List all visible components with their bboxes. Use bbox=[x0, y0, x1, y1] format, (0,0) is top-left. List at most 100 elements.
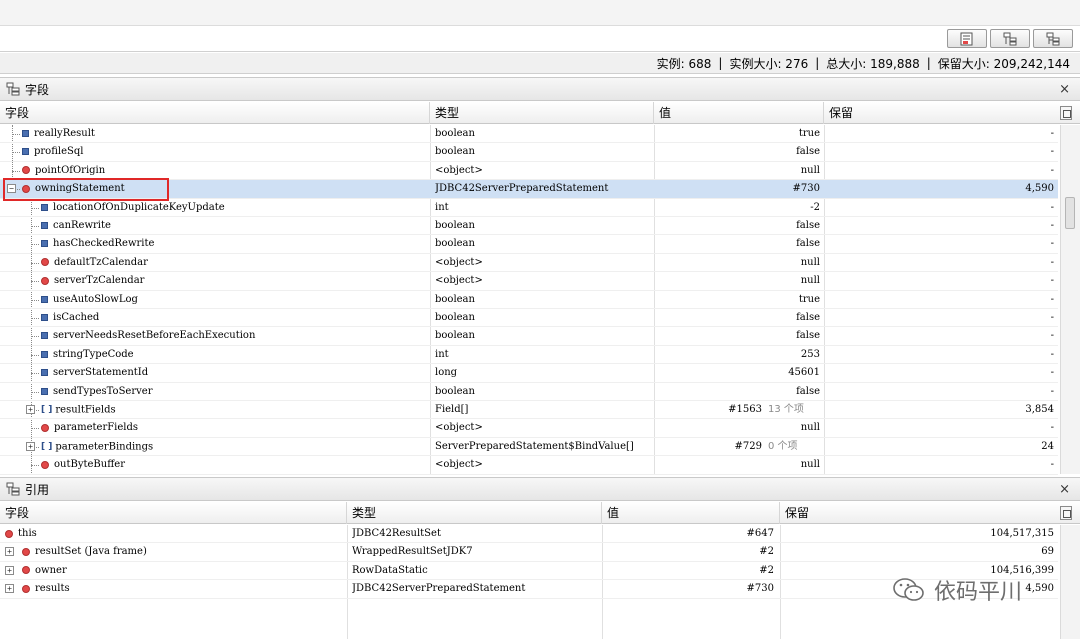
field-name-cell: locationOfOnDuplicateKeyUpdate bbox=[41, 199, 430, 217]
tree-connector bbox=[31, 354, 39, 356]
field-name: stringTypeCode bbox=[53, 348, 134, 360]
field-row[interactable]: outByteBuffer <object> null - bbox=[0, 456, 1058, 475]
field-value-cell: false bbox=[656, 383, 820, 401]
fields-panel-header: 字段 × bbox=[0, 77, 1080, 101]
field-retained: - bbox=[1050, 422, 1054, 434]
field-retained: - bbox=[1050, 201, 1054, 213]
array-icon: [ ] bbox=[41, 441, 53, 452]
field-type: <object> bbox=[435, 459, 483, 471]
ref-column-value[interactable]: 值 bbox=[602, 502, 780, 524]
toolbar-button-3[interactable] bbox=[1033, 29, 1073, 48]
expand-toggle[interactable]: + bbox=[5, 547, 14, 557]
field-value-cell: false bbox=[656, 217, 820, 235]
field-type: boolean bbox=[435, 330, 475, 342]
toolbar bbox=[0, 26, 1080, 52]
tree-view-icon bbox=[1003, 32, 1017, 45]
toolbar-button-2[interactable] bbox=[990, 29, 1030, 48]
column-retained[interactable]: 保留 bbox=[824, 102, 1058, 124]
reference-row[interactable]: this JDBC42ResultSet #647 104,517,315 bbox=[0, 525, 1058, 544]
column-chooser-button[interactable] bbox=[1060, 106, 1072, 120]
fields-scrollbar-thumb[interactable] bbox=[1065, 197, 1075, 229]
field-value: true bbox=[798, 128, 820, 139]
field-value: null bbox=[800, 275, 820, 287]
array-icon: [ ] bbox=[41, 405, 53, 415]
field-row[interactable]: serverTzCalendar <object> null - bbox=[0, 272, 1058, 291]
field-row[interactable]: canRewrite boolean false - bbox=[0, 217, 1058, 236]
field-row[interactable]: hasCheckedRewrite boolean false - bbox=[0, 235, 1058, 254]
field-value-cell: null bbox=[656, 254, 820, 272]
expand-toggle[interactable]: + bbox=[5, 565, 14, 575]
retained-size: 保留大小: 209,242,144 bbox=[937, 56, 1070, 71]
field-name: serverTzCalendar bbox=[54, 275, 145, 287]
ref-value: #730 bbox=[746, 583, 774, 595]
field-row[interactable]: useAutoSlowLog boolean true - bbox=[0, 291, 1058, 309]
field-row[interactable]: profileSql boolean false - bbox=[0, 143, 1058, 162]
field-name-cell: parameterFields bbox=[41, 419, 430, 437]
field-row[interactable]: defaultTzCalendar <object> null - bbox=[0, 254, 1058, 273]
field-row[interactable]: serverNeedsResetBeforeEachExecution boole… bbox=[0, 327, 1058, 346]
ref-column-chooser-button[interactable] bbox=[1060, 506, 1072, 520]
ref-name-cell: owner bbox=[22, 562, 342, 580]
field-row[interactable]: + [ ] resultFields Field[] #1563 13 个项 3,854 bbox=[0, 401, 1058, 420]
tree-connector bbox=[31, 428, 39, 430]
field-row[interactable]: serverStatementId long 45601 - bbox=[0, 364, 1058, 383]
column-value[interactable]: 值 bbox=[654, 102, 824, 124]
item-count: 13 个项 bbox=[768, 404, 804, 415]
ref-column-retained[interactable]: 保留 bbox=[780, 502, 1058, 524]
field-value: -2 bbox=[810, 201, 820, 213]
primitive-icon bbox=[41, 332, 48, 340]
field-row[interactable]: sendTypesToServer boolean false - bbox=[0, 383, 1058, 401]
object-icon bbox=[22, 166, 30, 175]
field-value-cell: #730 bbox=[656, 180, 820, 198]
field-row[interactable]: + [ ] parameterBindings ServerPreparedState… bbox=[0, 438, 1058, 457]
primitive-icon bbox=[41, 369, 48, 377]
hierarchy-icon bbox=[1046, 32, 1060, 45]
expand-toggle[interactable]: + bbox=[26, 441, 35, 451]
field-row[interactable]: locationOfOnDuplicateKeyUpdate int -2 - bbox=[0, 199, 1058, 217]
field-type: <object> bbox=[435, 275, 483, 287]
ref-column-type[interactable]: 类型 bbox=[347, 502, 602, 524]
field-type: <object> bbox=[435, 256, 483, 268]
ref-column-field[interactable]: 字段 bbox=[0, 502, 347, 524]
field-type: boolean bbox=[435, 146, 475, 158]
field-value-cell: 45601 bbox=[656, 364, 820, 382]
refs-panel-close-icon[interactable]: × bbox=[1059, 482, 1070, 497]
field-name-cell: isCached bbox=[41, 309, 430, 327]
reference-row[interactable]: + resultSet (Java frame) WrappedResultSetJ… bbox=[0, 543, 1058, 562]
field-row[interactable]: stringTypeCode int 253 - bbox=[0, 346, 1058, 365]
field-retained: - bbox=[1050, 275, 1054, 287]
field-row[interactable]: isCached boolean false - bbox=[0, 309, 1058, 328]
field-value: #1563 bbox=[728, 404, 762, 415]
tree-connector bbox=[31, 336, 39, 338]
field-name: defaultTzCalendar bbox=[54, 256, 148, 268]
column-type[interactable]: 类型 bbox=[430, 102, 654, 124]
field-type: boolean bbox=[435, 312, 475, 323]
top-strip bbox=[0, 0, 1080, 26]
field-value-cell: true bbox=[656, 291, 820, 309]
tree-connector bbox=[31, 262, 39, 264]
field-row[interactable]: parameterFields <object> null - bbox=[0, 419, 1058, 438]
field-name: hasCheckedRewrite bbox=[53, 238, 155, 250]
field-value: false bbox=[796, 238, 820, 250]
ref-name-cell: results bbox=[22, 580, 342, 598]
field-value: null bbox=[800, 164, 820, 176]
column-field[interactable]: 字段 bbox=[0, 102, 430, 124]
expand-toggle[interactable]: + bbox=[26, 405, 35, 414]
field-value-cell: false bbox=[656, 309, 820, 327]
expand-toggle[interactable]: + bbox=[5, 584, 14, 594]
fields-scrollbar[interactable] bbox=[1060, 125, 1080, 474]
field-retained: - bbox=[1050, 459, 1054, 471]
field-retained: - bbox=[1050, 367, 1054, 379]
field-value: true bbox=[798, 293, 820, 305]
ref-name: owner bbox=[35, 564, 67, 576]
field-value: false bbox=[796, 220, 820, 231]
fields-panel-close-icon[interactable]: × bbox=[1059, 82, 1070, 97]
refs-panel-title: 引用 bbox=[25, 482, 50, 497]
field-name-cell: [ ] parameterBindings bbox=[41, 438, 430, 456]
field-row[interactable]: reallyResult boolean true - bbox=[0, 125, 1058, 144]
field-name: isCached bbox=[53, 312, 100, 323]
field-value: null bbox=[800, 459, 820, 471]
toolbar-button-1[interactable] bbox=[947, 29, 987, 48]
refs-scrollbar[interactable] bbox=[1060, 525, 1080, 639]
object-icon bbox=[22, 584, 30, 593]
